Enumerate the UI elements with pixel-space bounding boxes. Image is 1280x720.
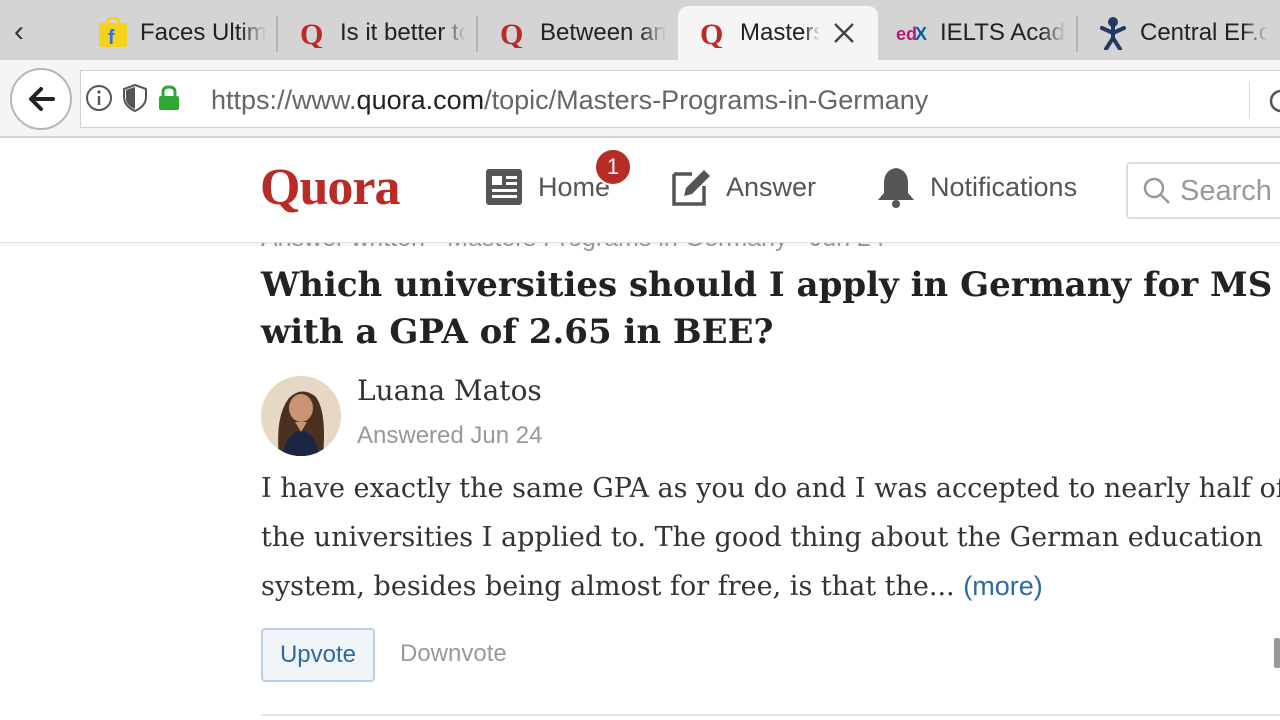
- answer-meta-line: Answer written · Masters Programs in Ger…: [261, 242, 885, 253]
- tab-title: Central EF.com: [1140, 19, 1268, 46]
- quora-q-icon: Q: [696, 16, 730, 50]
- avatar[interactable]: [261, 376, 341, 456]
- tab-strip: ‹ f Faces Ultimate Makeup Products Q Is …: [0, 0, 1280, 60]
- nav-notifications[interactable]: Notifications: [876, 162, 1077, 212]
- search-placeholder: Search: [1180, 175, 1272, 207]
- tab-title: Faces Ultimate Makeup Products: [140, 19, 266, 46]
- svg-text:f: f: [108, 27, 115, 49]
- more-link[interactable]: (more): [963, 571, 1043, 601]
- quora-header: Quora Home 1 Answer Notifications Search: [0, 138, 1280, 243]
- tab-title: IELTS Academic: [940, 19, 1066, 46]
- nav-notifications-label: Notifications: [930, 171, 1078, 202]
- answer-text: I have exactly the same GPA as you do an…: [261, 464, 1280, 611]
- shield-icon[interactable]: [121, 83, 149, 118]
- url-scheme: https://www.: [211, 85, 357, 115]
- overflow-menu-edge[interactable]: [1274, 638, 1280, 668]
- quora-q-icon: Q: [496, 16, 530, 50]
- chevron-left-icon: ‹: [14, 15, 24, 48]
- tab-ielts[interactable]: edX IELTS Academic: [878, 6, 1078, 60]
- tab-masters-active[interactable]: Q Masters Programs: [678, 6, 878, 60]
- tab-title: Masters Programs: [740, 19, 820, 46]
- home-feed-icon: [486, 169, 522, 205]
- svg-text:ed: ed: [896, 24, 917, 44]
- tab-scroll-left-button[interactable]: ‹: [0, 8, 40, 56]
- notification-badge: 1: [594, 148, 632, 186]
- answered-date[interactable]: Answered Jun 24: [357, 422, 542, 450]
- nav-answer[interactable]: Answer: [670, 162, 816, 212]
- search-icon[interactable]: [1267, 87, 1280, 122]
- svg-text:Q: Q: [700, 18, 723, 48]
- nav-answer-label: Answer: [726, 171, 817, 202]
- info-icon[interactable]: [85, 84, 113, 117]
- edx-icon: ed X: [896, 16, 930, 50]
- tab-central-ef[interactable]: Central EF.com: [1078, 6, 1280, 60]
- feed-divider: [261, 714, 1280, 716]
- lock-icon[interactable]: [157, 84, 181, 117]
- jenkins-like-icon: [1096, 16, 1130, 50]
- downvote-button[interactable]: Downvote: [400, 640, 507, 668]
- quora-q-icon: Q: [296, 16, 330, 50]
- topic-feed: Answer written · Masters Programs in Ger…: [0, 242, 1280, 720]
- nav-home[interactable]: Home 1: [484, 148, 632, 212]
- url-bar-divider: [1249, 81, 1250, 119]
- tab-close-icon[interactable]: [830, 19, 858, 47]
- search-icon: [1143, 177, 1170, 204]
- back-arrow-icon: [29, 87, 55, 111]
- url-bar[interactable]: https://www.quora.com/topic/Masters-Prog…: [80, 70, 1280, 128]
- question-title[interactable]: Which universities should I apply in Ger…: [261, 262, 1280, 356]
- tab-title: Between and: [540, 19, 666, 46]
- flipkart-icon: f: [96, 16, 130, 50]
- svg-text:Q: Q: [300, 18, 323, 48]
- url-host: quora.com: [356, 85, 485, 115]
- tab-faces[interactable]: f Faces Ultimate Makeup Products: [78, 6, 278, 60]
- bell-icon: [878, 168, 914, 208]
- author-name[interactable]: Luana Matos: [357, 374, 542, 407]
- svg-text:X: X: [915, 24, 927, 44]
- answer-body: I have exactly the same GPA as you do an…: [261, 473, 1280, 602]
- back-button[interactable]: [10, 68, 72, 130]
- tab-is-it-better[interactable]: Q Is it better to: [278, 6, 478, 60]
- browser-navbar: https://www.quora.com/topic/Masters-Prog…: [0, 60, 1280, 138]
- quora-logo[interactable]: Quora: [260, 158, 400, 217]
- tab-between[interactable]: Q Between and: [478, 6, 678, 60]
- quora-search-input[interactable]: Search: [1126, 162, 1280, 219]
- url-path: /topic/Masters-Programs-in-Germany: [484, 85, 929, 115]
- url-text[interactable]: https://www.quora.com/topic/Masters-Prog…: [211, 85, 928, 116]
- svg-text:Q: Q: [500, 18, 523, 48]
- pencil-edit-icon: [672, 170, 710, 206]
- tab-title: Is it better to: [340, 19, 466, 46]
- upvote-button[interactable]: Upvote: [261, 628, 375, 682]
